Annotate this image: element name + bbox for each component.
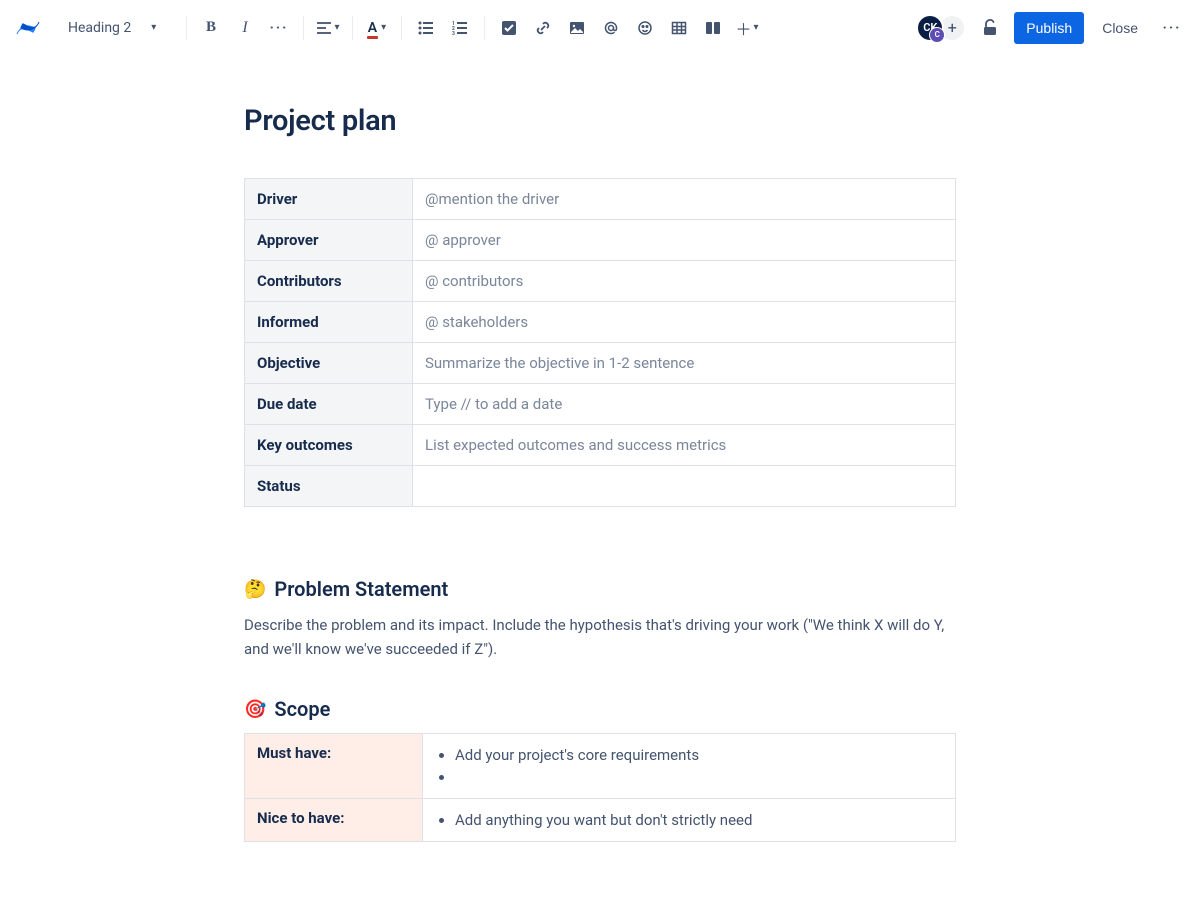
scope-label: Nice to have: [245,799,423,842]
meta-value[interactable]: List expected outcomes and success metri… [413,425,956,466]
problem-statement-heading[interactable]: 🤔 Problem Statement [244,577,956,601]
scope-row[interactable]: Must have: Add your project's core requir… [245,734,956,799]
document-editor[interactable]: Project plan Driver@mention the driverAp… [220,56,980,902]
at-icon [603,20,619,36]
meta-value[interactable]: Type // to add a date [413,384,956,425]
svg-text:3: 3 [452,31,455,36]
align-button[interactable]: ▾ [312,12,344,44]
meta-label: Status [245,466,413,507]
meta-label: Driver [245,179,413,220]
toolbar-divider [186,16,187,40]
checkbox-icon [501,20,517,36]
layouts-icon [705,20,721,36]
insert-button[interactable]: ＋▾ [731,12,763,44]
numbered-list-icon: 1 2 3 [452,20,468,36]
scope-items[interactable]: Add anything you want but don't strictly… [423,799,956,842]
emoji-icon [637,20,653,36]
table-icon [671,20,687,36]
meta-label: Key outcomes [245,425,413,466]
action-item-button[interactable] [493,12,525,44]
meta-row[interactable]: Driver@mention the driver [245,179,956,220]
meta-row[interactable]: Key outcomesList expected outcomes and s… [245,425,956,466]
confluence-logo [8,16,48,40]
confluence-icon [16,16,40,40]
list-item[interactable]: Add anything you want but don't strictly… [455,809,943,831]
numbered-list-button[interactable]: 1 2 3 [444,12,476,44]
meta-label: Objective [245,343,413,384]
scope-items[interactable]: Add your project's core requirements [423,734,956,799]
toolbar-divider [352,16,353,40]
meta-value[interactable]: @ stakeholders [413,302,956,343]
more-actions-button[interactable]: ··· [1156,12,1188,44]
text-style-label: Heading 2 [68,20,131,36]
meta-value[interactable] [413,466,956,507]
mention-button[interactable] [595,12,627,44]
scope-label: Must have: [245,734,423,799]
meta-label: Approver [245,220,413,261]
toolbar-divider [484,16,485,40]
meta-row[interactable]: Contributors@ contributors [245,261,956,302]
close-button[interactable]: Close [1092,12,1148,44]
scope-table[interactable]: Must have: Add your project's core requir… [244,733,956,842]
meta-label: Due date [245,384,413,425]
publish-button[interactable]: Publish [1014,12,1084,44]
meta-label: Contributors [245,261,413,302]
align-left-icon [316,20,332,36]
meta-row[interactable]: ObjectiveSummarize the objective in 1-2 … [245,343,956,384]
emoji-button[interactable] [629,12,661,44]
chevron-down-icon: ▾ [151,22,156,33]
problem-statement-body[interactable]: Describe the problem and its impact. Inc… [244,613,956,661]
link-button[interactable] [527,12,559,44]
layouts-button[interactable] [697,12,729,44]
collaborators: CK + [916,14,966,42]
toolbar-divider [303,16,304,40]
image-icon [569,20,585,36]
bold-button[interactable]: B [195,12,227,44]
restrictions-button[interactable] [974,12,1006,44]
editor-toolbar: Heading 2 ▾ B I ··· ▾ A ▾ [0,0,1200,56]
table-button[interactable] [663,12,695,44]
scope-row[interactable]: Nice to have: Add anything you want but d… [245,799,956,842]
meta-row[interactable]: Status [245,466,956,507]
page-title[interactable]: Project plan [244,104,956,138]
italic-button[interactable]: I [229,12,261,44]
user-avatar[interactable]: CK [916,14,944,42]
meta-value[interactable]: @ approver [413,220,956,261]
lock-unlocked-icon [980,18,1000,38]
image-button[interactable] [561,12,593,44]
text-color-button[interactable]: A ▾ [361,12,393,44]
target-emoji-icon: 🎯 [244,699,266,720]
list-item[interactable] [455,766,943,788]
meta-row[interactable]: Due dateType // to add a date [245,384,956,425]
meta-row[interactable]: Informed@ stakeholders [245,302,956,343]
scope-heading[interactable]: 🎯 Scope [244,697,956,721]
meta-label: Informed [245,302,413,343]
section-title: Problem Statement [274,577,448,601]
meta-value[interactable]: @mention the driver [413,179,956,220]
section-title: Scope [274,697,330,721]
text-style-select[interactable]: Heading 2 ▾ [58,12,178,44]
more-formatting-button[interactable]: ··· [263,12,295,44]
meta-value[interactable]: @ contributors [413,261,956,302]
meta-value[interactable]: Summarize the objective in 1-2 sentence [413,343,956,384]
bullet-list-button[interactable] [410,12,442,44]
toolbar-divider [401,16,402,40]
metadata-table[interactable]: Driver@mention the driverApprover@ appro… [244,178,956,507]
bullet-list-icon [418,20,434,36]
meta-row[interactable]: Approver@ approver [245,220,956,261]
avatar-initials: CK [923,21,937,34]
link-icon [535,20,551,36]
list-item[interactable]: Add your project's core requirements [455,744,943,766]
thinking-emoji-icon: 🤔 [244,579,266,600]
